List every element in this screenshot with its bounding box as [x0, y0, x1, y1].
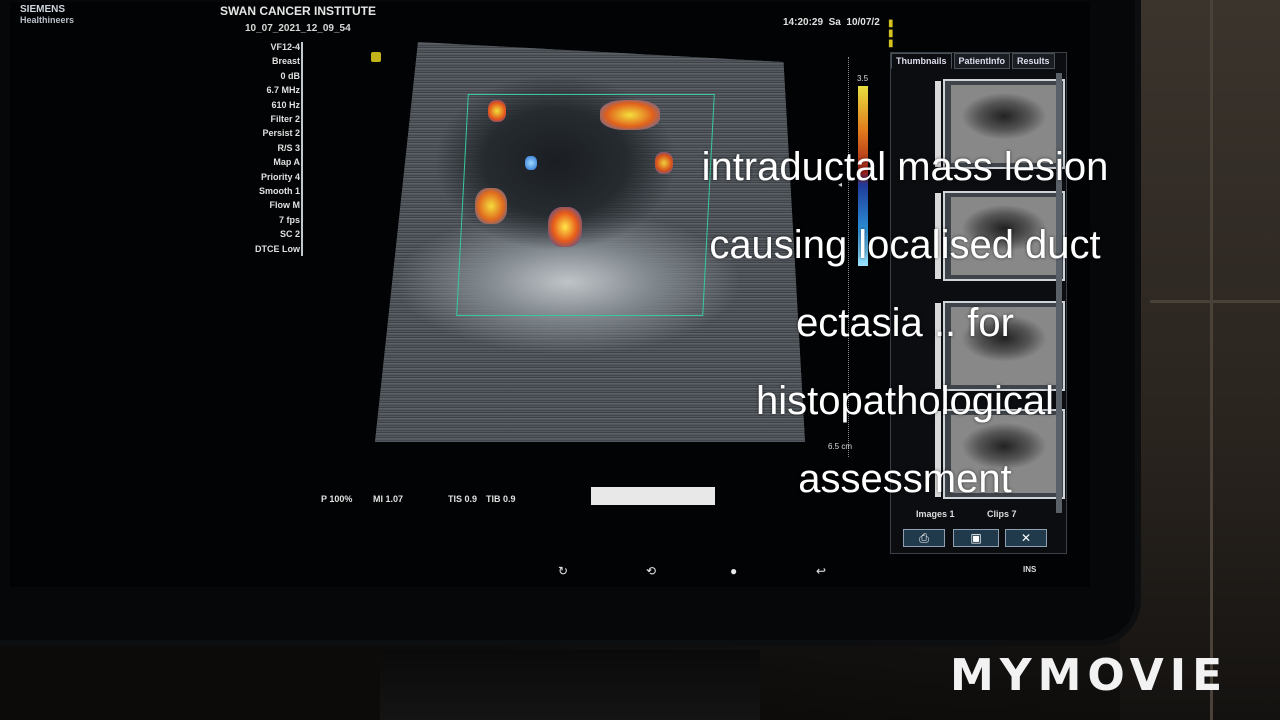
day: Sa — [828, 17, 841, 28]
tab-results[interactable]: Results — [1012, 53, 1055, 69]
power-readout: P 100% — [321, 494, 353, 504]
transducer-icon: ▮ ▮ ▮ — [888, 18, 894, 49]
tib-readout: TIB 0.9 — [486, 494, 516, 504]
tab-patientinfo[interactable]: PatientInfo — [953, 53, 1011, 69]
caption-line: causing localised duct — [709, 223, 1101, 267]
brand-logo: SIEMENS Healthineers — [20, 4, 74, 26]
mi-readout: MI 1.07 — [373, 494, 404, 504]
param-preset: Breast — [271, 56, 300, 67]
param-frequency: 6.7 MHz — [266, 85, 300, 96]
rotate-icon[interactable]: ↻ — [558, 564, 568, 578]
param-dtce: DTCE Low — [255, 243, 300, 254]
return-icon[interactable]: ↩ — [816, 564, 826, 578]
cycle-icon[interactable]: ⟲ — [646, 564, 656, 578]
param-rs: R/S 3 — [277, 142, 300, 153]
brand-subname: Healthineers — [20, 15, 75, 25]
caption-line: histopathological — [756, 379, 1054, 423]
exam-id: 10_07_2021_12_09_54 — [245, 23, 351, 34]
param-priority: Priority 4 — [260, 171, 300, 182]
param-filter: Filter 2 — [270, 114, 300, 125]
doppler-flow-signal — [488, 100, 506, 122]
institute-name: SWAN CANCER INSTITUTE — [220, 4, 376, 18]
param-sc: SC 2 — [279, 229, 300, 240]
color-scale-max: 3.5 — [857, 74, 869, 83]
param-fps: 7 fps — [278, 214, 300, 225]
monitor-stand — [380, 650, 760, 720]
brand-name: SIEMENS — [20, 4, 66, 15]
clock: 14:20:29 Sa 10/07/2 — [783, 17, 880, 28]
caption-line: intraductal mass lesion — [701, 145, 1109, 189]
param-persist: Persist 2 — [262, 128, 300, 139]
tab-thumbnails[interactable]: Thumbnails — [891, 53, 952, 69]
caption-line: ectasia .. for — [796, 301, 1014, 345]
param-flow: Flow M — [269, 200, 301, 211]
video-caption: intraductal mass lesion causing localise… — [620, 128, 1190, 518]
date: 10/07/2 — [846, 17, 880, 28]
param-map: Map A — [273, 157, 300, 168]
watermark: MYMOVIE — [950, 650, 1229, 701]
close-button[interactable]: ✕ — [1005, 529, 1047, 547]
doppler-flow-signal — [475, 188, 507, 224]
time: 14:20:29 — [783, 17, 824, 28]
tis-readout: TIS 0.9 — [448, 494, 478, 504]
wall-tile-line — [1210, 0, 1213, 720]
store-button[interactable]: ▣ — [953, 529, 999, 547]
param-prf: 610 Hz — [271, 99, 300, 110]
imaging-parameters: VF12-4 Breast 0 dB 6.7 MHz 610 Hz Filter… — [230, 40, 300, 256]
panel-tabs: Thumbnails PatientInfo Results — [891, 53, 1066, 69]
orientation-marker-icon — [371, 52, 381, 62]
doppler-flow-signal — [525, 156, 537, 170]
param-smooth: Smooth 1 — [258, 186, 300, 197]
param-transducer: VF12-4 — [270, 42, 300, 52]
print-button[interactable]: ⎙ — [903, 529, 945, 547]
dot-icon[interactable]: ● — [730, 564, 737, 578]
doppler-flow-signal — [548, 207, 582, 247]
parameter-divider — [301, 42, 303, 256]
mode-indicator: INS — [1023, 565, 1037, 574]
doppler-flow-signal — [600, 100, 660, 130]
caption-line: assessment — [798, 457, 1012, 501]
param-gain: 0 dB — [280, 70, 300, 81]
